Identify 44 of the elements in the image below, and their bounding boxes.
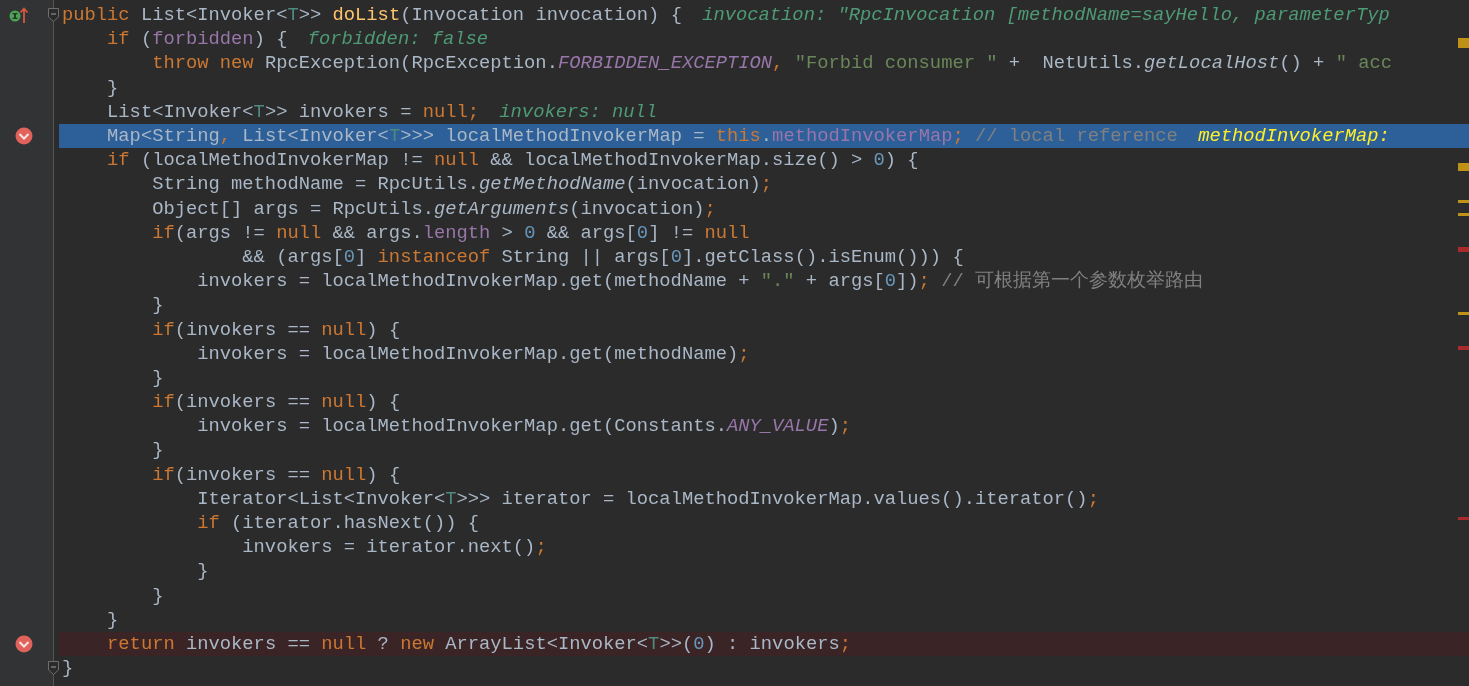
code-line: if (iterator.hasNext()) { (196, 512, 479, 535)
fold-marker-icon[interactable] (48, 661, 59, 676)
debug-value-hint: invokers: null (499, 100, 658, 123)
code-line: if (localMethodInvokerMap != null && localMethodInvokerMap.size() > 0) { (106, 149, 919, 172)
code-line: } (106, 76, 119, 99)
warning-stripe-mark[interactable] (1458, 213, 1469, 216)
code-line: if(invokers == null) { (151, 391, 401, 414)
debug-value-hint: forbidden: false (307, 28, 489, 51)
fold-marker-icon[interactable] (48, 8, 59, 23)
code-line: Iterator<List<Invoker<T>>> iterator = localMethodInvokerMap.values().iterator(); (196, 487, 1099, 510)
code-line: Object[] args = RpcUtils.getArguments(invocation); (151, 197, 716, 220)
code-line: if(args != null && args.length > 0 && args[0] != null (151, 221, 750, 244)
warning-stripe-mark[interactable] (1458, 38, 1469, 48)
code-line: invokers = localMethodInvokerMap.get(methodName); (196, 342, 750, 365)
breakpoint-check-icon[interactable] (15, 127, 33, 146)
code-line: && (args[0] instanceof String || args[0].getClass().isEnum())) { (241, 245, 964, 268)
code-line: List<Invoker<T>> invokers = null; (106, 100, 480, 123)
code-line: String methodName = RpcUtils.getMethodName(invocation); (151, 173, 773, 196)
code-line: } (196, 560, 209, 583)
code-line: } (151, 439, 164, 462)
implements-method-icon[interactable] (9, 6, 31, 25)
code-line: invokers = localMethodInvokerMap.get(Constants.ANY_VALUE); (196, 415, 851, 438)
code-line: } (151, 366, 164, 389)
code-line: invokers = iterator.next(); (241, 536, 547, 559)
code-line: } (151, 294, 164, 317)
warning-stripe-mark[interactable] (1458, 312, 1469, 315)
code-line: public List<Invoker<T>> doList(Invocation invocation) { (62, 4, 682, 27)
code-line: } (106, 608, 119, 631)
code-line: invokers = localMethodInvokerMap.get(methodName + "." + args[0]); // 可根据第一个参数枚举路由 (196, 270, 1203, 293)
code-line: } (151, 584, 164, 607)
code-line: return invokers == null ? new ArrayList<Invoker<T>>(0) : invokers; (106, 632, 851, 655)
error-stripe-mark[interactable] (1458, 346, 1469, 350)
code-line: } (62, 657, 74, 680)
error-stripe-mark[interactable] (1458, 247, 1469, 252)
warning-stripe-mark[interactable] (1458, 163, 1469, 171)
debug-value-hint: methodInvokerMap: (1198, 125, 1390, 148)
warning-stripe-mark[interactable] (1458, 200, 1469, 203)
code-line: throw new RpcException(RpcException.FORBIDDEN_EXCEPTION, "Forbid consumer " + NetUtils.getLocalHost() + " acc (151, 52, 1392, 75)
breakpoint-check-icon[interactable] (15, 634, 33, 653)
code-line: if(invokers == null) { (151, 463, 401, 486)
error-stripe-mark[interactable] (1458, 517, 1469, 520)
debug-value-hint: invocation: "RpcInvocation [methodName=sayHello, parameterTyp (702, 4, 1390, 27)
code-line: if (forbidden) { (106, 28, 288, 51)
code-line: if(invokers == null) { (151, 318, 401, 341)
